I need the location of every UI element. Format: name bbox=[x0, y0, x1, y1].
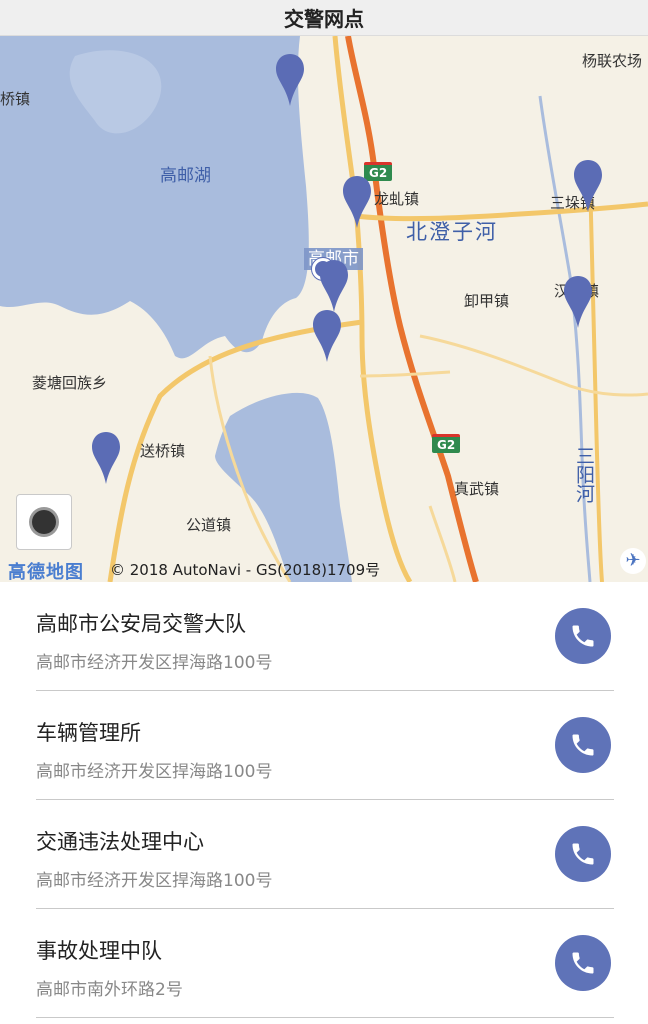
call-button[interactable] bbox=[555, 826, 611, 882]
station-address: 高邮市南外环路2号 bbox=[36, 980, 183, 1000]
list-item[interactable]: 车辆管理所 高邮市经济开发区捍海路100号 bbox=[0, 691, 648, 800]
location-pin-icon[interactable] bbox=[318, 258, 350, 314]
locate-me-button[interactable] bbox=[16, 494, 72, 550]
list-item[interactable]: 交通违法处理中心 高邮市经济开发区捍海路100号 bbox=[0, 800, 648, 909]
highway-g2 bbox=[345, 36, 479, 582]
divider bbox=[36, 1017, 614, 1018]
road-5 bbox=[419, 334, 648, 397]
station-name: 交通违法处理中心 bbox=[36, 830, 204, 854]
place-label-xiejia: 卸甲镇 bbox=[464, 292, 510, 310]
place-label-longqiu: 龙虬镇 bbox=[374, 190, 420, 208]
station-address: 高邮市经济开发区捍海路100号 bbox=[36, 762, 273, 782]
list-item[interactable]: 事故处理中队 高邮市南外环路2号 bbox=[0, 909, 648, 1018]
title-bar: 交警网点 bbox=[0, 0, 648, 36]
page-title: 交警网点 bbox=[284, 7, 364, 31]
location-pin-icon[interactable] bbox=[562, 274, 594, 330]
phone-icon bbox=[572, 952, 594, 974]
road-8 bbox=[428, 505, 457, 582]
place-label-songqiao: 送桥镇 bbox=[140, 442, 186, 460]
vertical-river-label: 三阳河 bbox=[573, 446, 595, 503]
river-label: 北澄子河 bbox=[406, 220, 498, 244]
place-label-qiao: 桥镇 bbox=[0, 90, 31, 108]
station-address: 高邮市经济开发区捍海路100号 bbox=[36, 653, 273, 673]
station-address: 高邮市经济开发区捍海路100号 bbox=[36, 871, 273, 891]
location-pin-icon[interactable] bbox=[311, 308, 343, 364]
road-7 bbox=[359, 370, 451, 378]
station-list: 高邮市公安局交警大队 高邮市经济开发区捍海路100号 车辆管理所 高邮市经济开发… bbox=[0, 582, 648, 1018]
phone-icon bbox=[572, 734, 594, 756]
map-view[interactable]: 杨联农场 桥镇 高邮湖 龙虬镇 三垛镇 北澄子河 汉留镇 卸甲镇 菱塘回族乡 送… bbox=[0, 36, 648, 582]
south-lake bbox=[215, 392, 352, 582]
place-label-lingtang: 菱塘回族乡 bbox=[32, 374, 108, 392]
place-label-gongdao: 公道镇 bbox=[186, 516, 232, 534]
call-button[interactable] bbox=[555, 717, 611, 773]
highway-shield-south: G2 bbox=[432, 434, 461, 453]
airplane-icon[interactable]: ✈ bbox=[620, 548, 646, 574]
station-name: 车辆管理所 bbox=[36, 721, 141, 745]
location-pin-icon[interactable] bbox=[572, 158, 604, 214]
location-pin-icon[interactable] bbox=[90, 430, 122, 486]
locate-icon bbox=[32, 510, 56, 534]
call-button[interactable] bbox=[555, 935, 611, 991]
phone-icon bbox=[572, 843, 594, 865]
lake-label: 高邮湖 bbox=[160, 166, 211, 186]
location-pin-icon[interactable] bbox=[274, 52, 306, 108]
station-name: 事故处理中队 bbox=[36, 939, 162, 963]
station-name: 高邮市公安局交警大队 bbox=[36, 612, 246, 636]
place-label-zhenwu: 真武镇 bbox=[454, 480, 500, 498]
list-item[interactable]: 高邮市公安局交警大队 高邮市经济开发区捍海路100号 bbox=[0, 582, 648, 691]
call-button[interactable] bbox=[555, 608, 611, 664]
road-4 bbox=[588, 175, 604, 582]
map-copyright: © 2018 AutoNavi - GS(2018)1709号 bbox=[110, 561, 381, 579]
phone-icon bbox=[572, 625, 594, 647]
map-logo: 高德地图 bbox=[8, 562, 84, 582]
place-label-yangjia: 杨联农场 bbox=[582, 52, 643, 70]
location-pin-icon[interactable] bbox=[341, 174, 373, 230]
